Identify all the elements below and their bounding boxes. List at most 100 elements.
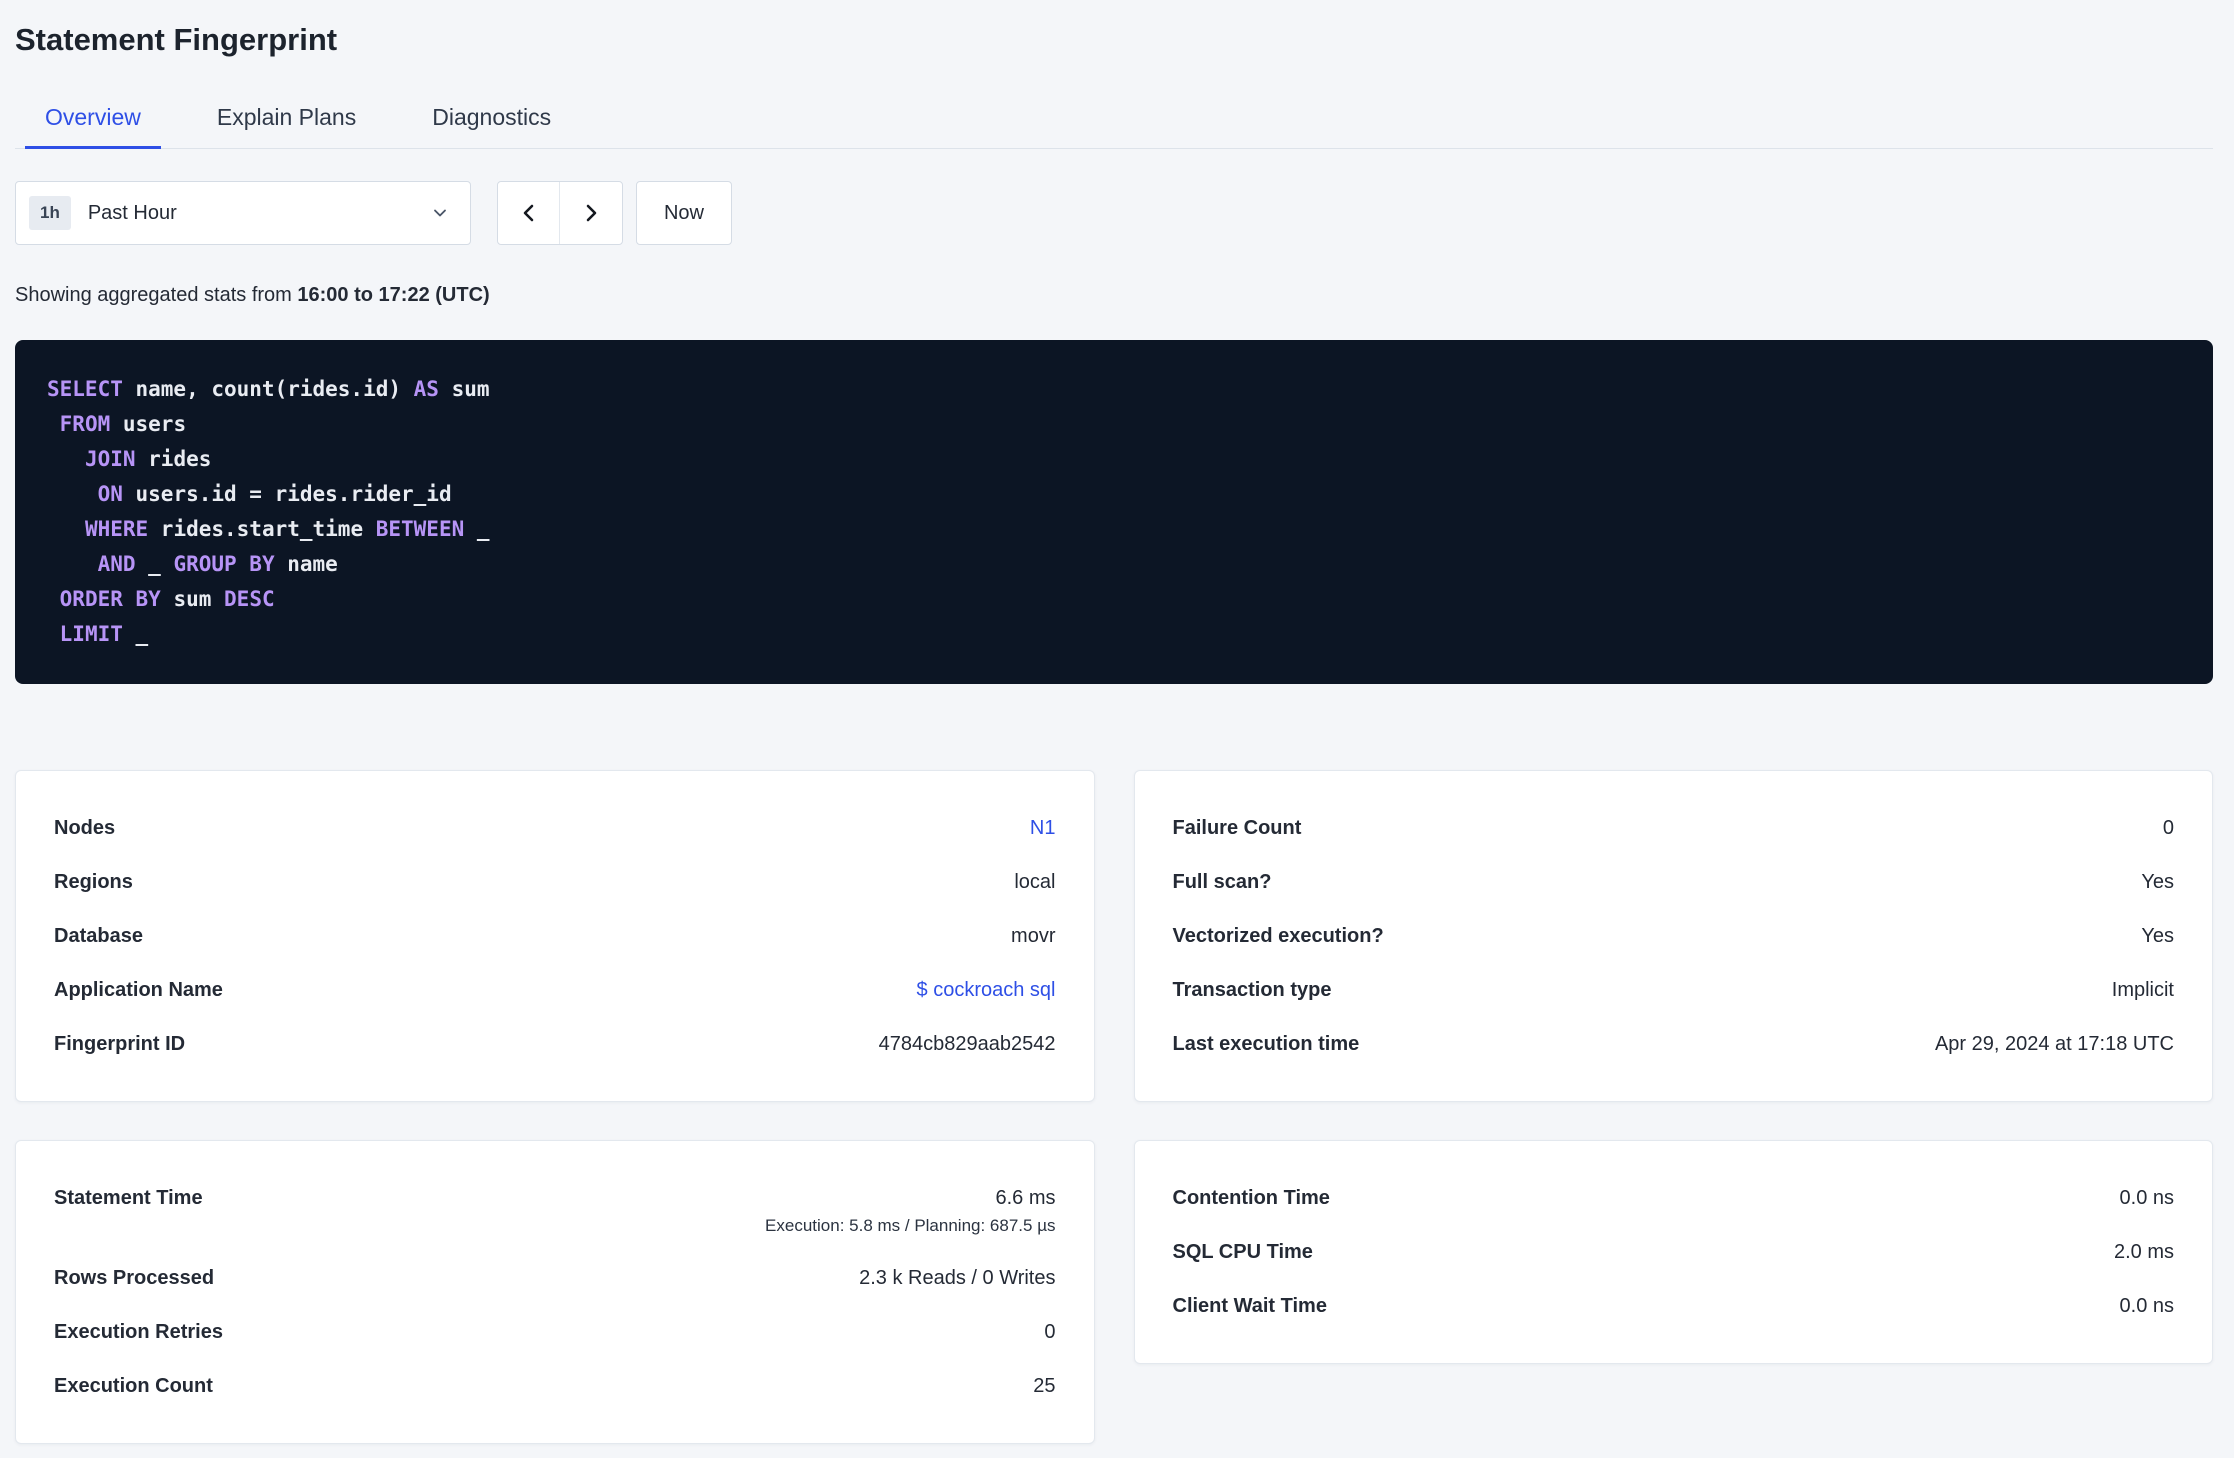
row-value-group: N1: [1030, 814, 1056, 842]
card-row: Execution Retries 0: [54, 1305, 1056, 1359]
row-value-group: $ cockroach sql: [917, 976, 1056, 1004]
row-value: 6.6 ms: [995, 1187, 1056, 1209]
card-row: Full scan? Yes: [1173, 855, 2175, 909]
row-value: 0.0 ns: [2119, 1295, 2174, 1317]
card-row: Database movr: [54, 909, 1056, 963]
row-label: Last execution time: [1172, 1033, 1360, 1055]
row-value-group: movr: [1011, 922, 1055, 950]
chevron-left-icon: [517, 201, 541, 225]
row-value-group: 4784cb829aab2542: [879, 1030, 1056, 1058]
row-label: Rows Processed: [54, 1267, 215, 1289]
sql-code-line: ON users.id = rides.rider_id: [97, 482, 452, 506]
stats-prefix: Showing aggregated stats from: [15, 284, 298, 306]
row-value: movr: [1011, 925, 1056, 947]
sql-code: SELECT name, count(rides.id) AS sum FROM…: [47, 372, 2181, 652]
sql-code-line: JOIN rides: [84, 447, 212, 471]
row-label: Full scan?: [1172, 871, 1272, 893]
row-label: Application Name: [54, 979, 223, 1001]
row-value-group: local: [1014, 868, 1055, 896]
interval-badge: 1h: [29, 196, 71, 230]
row-value: Yes: [2141, 925, 2174, 947]
sql-code-line: SELECT name, count(rides.id) AS sum: [47, 377, 490, 401]
now-button-label: Now: [663, 201, 704, 224]
row-value-group: 0.0 ns: [2120, 1184, 2174, 1212]
execution-attributes-card: Failure Count 0 Full scan? Yes Vectorized ex…: [1133, 770, 2213, 1102]
chevron-right-icon: [579, 201, 603, 225]
row-label: Regions: [54, 871, 133, 893]
card-row: Nodes N1: [54, 801, 1056, 855]
row-value-group: 25: [1033, 1372, 1055, 1400]
row-subvalue: Execution: 5.8 ms / Planning: 687.5 µs: [765, 1216, 1056, 1235]
statement-details-card: Nodes N1 Regions local Database movr Applicati…: [15, 770, 1095, 1102]
row-label: Database: [54, 925, 143, 947]
card-row: SQL CPU Time 2.0 ms: [1173, 1225, 2175, 1279]
tab-diagnostics[interactable]: Diagnostics: [402, 86, 581, 148]
row-label: Nodes: [54, 817, 116, 839]
next-time-button[interactable]: [560, 182, 622, 244]
tab-label: Overview: [45, 103, 141, 130]
row-label: Execution Count: [54, 1375, 213, 1397]
sql-code-line: AND _ GROUP BY name: [97, 552, 338, 576]
row-label: Transaction type: [1172, 979, 1332, 1001]
sql-statement-box: SELECT name, count(rides.id) AS sum FROM…: [15, 340, 2213, 684]
card-row: Execution Count 25: [54, 1359, 1056, 1413]
card-row: Statement Time 6.6 ms Execution: 5.8 ms / …: [54, 1171, 1056, 1251]
row-value-group: 2.3 k Reads / 0 Writes: [859, 1264, 1055, 1292]
prev-time-button[interactable]: [498, 182, 560, 244]
sql-code-line: FROM users: [59, 412, 187, 436]
card-row: Failure Count 0: [1173, 801, 2175, 855]
card-row: Last execution time Apr 29, 2024 at 17:18…: [1173, 1017, 2175, 1071]
row-value: 0: [2162, 817, 2174, 839]
details-cards-row: Nodes N1 Regions local Database movr Applicati…: [15, 770, 2213, 1102]
tab-label: Diagnostics: [432, 103, 552, 130]
card-row: Rows Processed 2.3 k Reads / 0 Writes: [54, 1251, 1056, 1305]
row-value: local: [1014, 871, 1056, 893]
timing-cards-row: Statement Time 6.6 ms Execution: 5.8 ms / …: [15, 1140, 2213, 1444]
row-value: 25: [1033, 1375, 1056, 1397]
row-label: Contention Time: [1172, 1187, 1330, 1209]
time-nav-group: [497, 181, 623, 245]
time-range-label: Past Hour: [87, 201, 177, 224]
row-value: 2.0 ms: [2113, 1241, 2174, 1263]
row-value: Yes: [2141, 871, 2174, 893]
row-value: 4784cb829aab2542: [878, 1033, 1056, 1055]
row-value: Apr 29, 2024 at 17:18 UTC: [1934, 1033, 2174, 1055]
chevron-down-icon: [430, 203, 450, 223]
card-row: Contention Time 0.0 ns: [1173, 1171, 2175, 1225]
time-range-dropdown[interactable]: 1h Past Hour: [15, 181, 471, 245]
row-label: Fingerprint ID: [54, 1033, 186, 1055]
row-value-group: Implicit: [2112, 976, 2174, 1004]
now-button[interactable]: Now: [636, 181, 732, 245]
card-row: Client Wait Time 0.0 ns: [1173, 1279, 2175, 1333]
row-value: 0.0 ns: [2119, 1187, 2174, 1209]
row-label: Failure Count: [1172, 817, 1302, 839]
row-label: Client Wait Time: [1172, 1295, 1327, 1317]
card-row: Regions local: [54, 855, 1056, 909]
tab-overview[interactable]: Overview: [15, 86, 171, 149]
row-value: Implicit: [2111, 979, 2174, 1001]
tab-bar: Overview Explain Plans Diagnostics: [15, 86, 2213, 149]
row-label: Vectorized execution?: [1172, 925, 1384, 947]
row-label: Statement Time: [54, 1187, 203, 1209]
row-value-group: 0: [1044, 1318, 1055, 1346]
sql-code-line: ORDER BY sum DESC: [59, 587, 275, 611]
statement-fingerprint-page: Statement Fingerprint Overview Explain P…: [0, 0, 2234, 1444]
row-value: 2.3 k Reads / 0 Writes: [859, 1267, 1056, 1289]
row-value-group: 0: [2163, 814, 2174, 842]
page-title: Statement Fingerprint: [15, 22, 338, 57]
card-row: Vectorized execution? Yes: [1173, 909, 2175, 963]
row-label: Execution Retries: [54, 1321, 223, 1343]
row-value-group: Yes: [2141, 868, 2174, 896]
tab-label: Explain Plans: [216, 103, 357, 130]
row-value-link[interactable]: N1: [1030, 817, 1056, 839]
row-value: 0: [1044, 1321, 1056, 1343]
aggregated-stats-summary: Showing aggregated stats from 16:00 to 1…: [15, 281, 2213, 309]
card-row: Application Name $ cockroach sql: [54, 963, 1056, 1017]
row-value-group: Apr 29, 2024 at 17:18 UTC: [1935, 1030, 2174, 1058]
tab-explain-plans[interactable]: Explain Plans: [187, 86, 386, 148]
statement-time-card: Statement Time 6.6 ms Execution: 5.8 ms / …: [15, 1140, 1095, 1444]
contention-card: Contention Time 0.0 ns SQL CPU Time 2.0 ms C…: [1133, 1140, 2213, 1364]
row-value-group: 0.0 ns: [2120, 1292, 2174, 1320]
card-row: Transaction type Implicit: [1173, 963, 2175, 1017]
row-value-link[interactable]: $ cockroach sql: [917, 979, 1056, 1001]
